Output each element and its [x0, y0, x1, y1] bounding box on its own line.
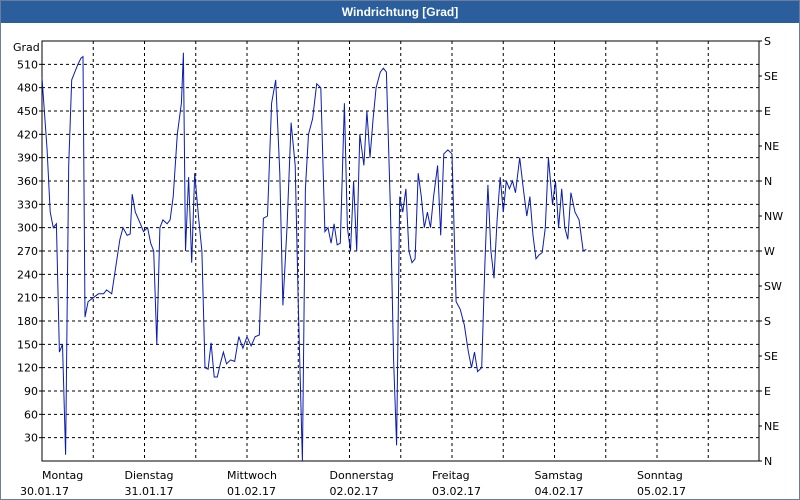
x-tick-date: 03.02.17 — [432, 485, 481, 498]
right-axis-label: NW — [764, 210, 783, 223]
right-axis-label: NE — [764, 140, 779, 153]
y-tick-label: 30 — [24, 432, 38, 445]
right-axis-label: S — [764, 35, 771, 48]
right-axis-label: SW — [764, 280, 782, 293]
right-axis-label: NE — [764, 420, 779, 433]
x-tick-day: Donnerstag — [330, 469, 394, 482]
right-axis-label: W — [764, 245, 775, 258]
x-tick-day: Montag — [42, 469, 83, 482]
y-tick-label: 60 — [24, 408, 38, 421]
y-axis-label: Grad — [13, 41, 40, 54]
chart-window: Windrichtung [Grad] 30 60 90 120 150 180 210 24… — [0, 0, 800, 500]
y-tick-label: 420 — [17, 128, 38, 141]
x-tick-day: Dienstag — [125, 469, 174, 482]
x-tick-day: Freitag — [432, 469, 470, 482]
x-tick-day: Sonntag — [637, 469, 683, 482]
chart-title: Windrichtung [Grad] — [1, 1, 799, 23]
y-tick-label: 300 — [17, 222, 38, 235]
right-axis: N NE E SE S SW W NW N NE E SE S — [759, 35, 783, 468]
grid — [42, 41, 759, 461]
y-tick-label: 180 — [17, 315, 38, 328]
chart-plot: 30 60 90 120 150 180 210 240 270 300 330 360 390 420 4… — [13, 35, 783, 498]
x-tick-day: Samstag — [535, 469, 583, 482]
y-tick-label: 120 — [17, 362, 38, 375]
right-axis-label: N — [764, 175, 772, 188]
x-axis: Montag 30.01.17 Dienstag 31.01.17 Mittwoch 01… — [20, 469, 686, 498]
right-axis-label: SE — [764, 350, 778, 363]
series-layer — [41, 52, 587, 462]
y-tick-label: 390 — [17, 152, 38, 165]
right-axis-label: E — [764, 105, 771, 118]
x-tick-date: 02.02.17 — [330, 485, 379, 498]
y-tick-label: 210 — [17, 292, 38, 305]
y-tick-label: 240 — [17, 268, 38, 281]
x-tick-date: 05.02.17 — [637, 485, 686, 498]
right-axis-label: N — [764, 455, 772, 468]
left-axis: 30 60 90 120 150 180 210 240 270 300 330 360 390 420 4… — [17, 58, 42, 445]
series-line-0 — [41, 52, 587, 462]
right-axis-label: E — [764, 385, 771, 398]
y-tick-label: 480 — [17, 82, 38, 95]
right-axis-label: S — [764, 315, 771, 328]
y-tick-label: 150 — [17, 338, 38, 351]
x-tick-date: 01.02.17 — [227, 485, 276, 498]
x-tick-date: 30.01.17 — [20, 485, 69, 498]
right-axis-label: SE — [764, 70, 778, 83]
x-tick-day: Mittwoch — [227, 469, 277, 482]
y-tick-label: 360 — [17, 175, 38, 188]
y-tick-label: 510 — [17, 58, 38, 71]
x-tick-date: 04.02.17 — [535, 485, 584, 498]
y-tick-label: 330 — [17, 198, 38, 211]
y-tick-label: 450 — [17, 105, 38, 118]
x-tick-date: 31.01.17 — [125, 485, 174, 498]
y-tick-label: 270 — [17, 245, 38, 258]
y-tick-label: 90 — [24, 385, 38, 398]
